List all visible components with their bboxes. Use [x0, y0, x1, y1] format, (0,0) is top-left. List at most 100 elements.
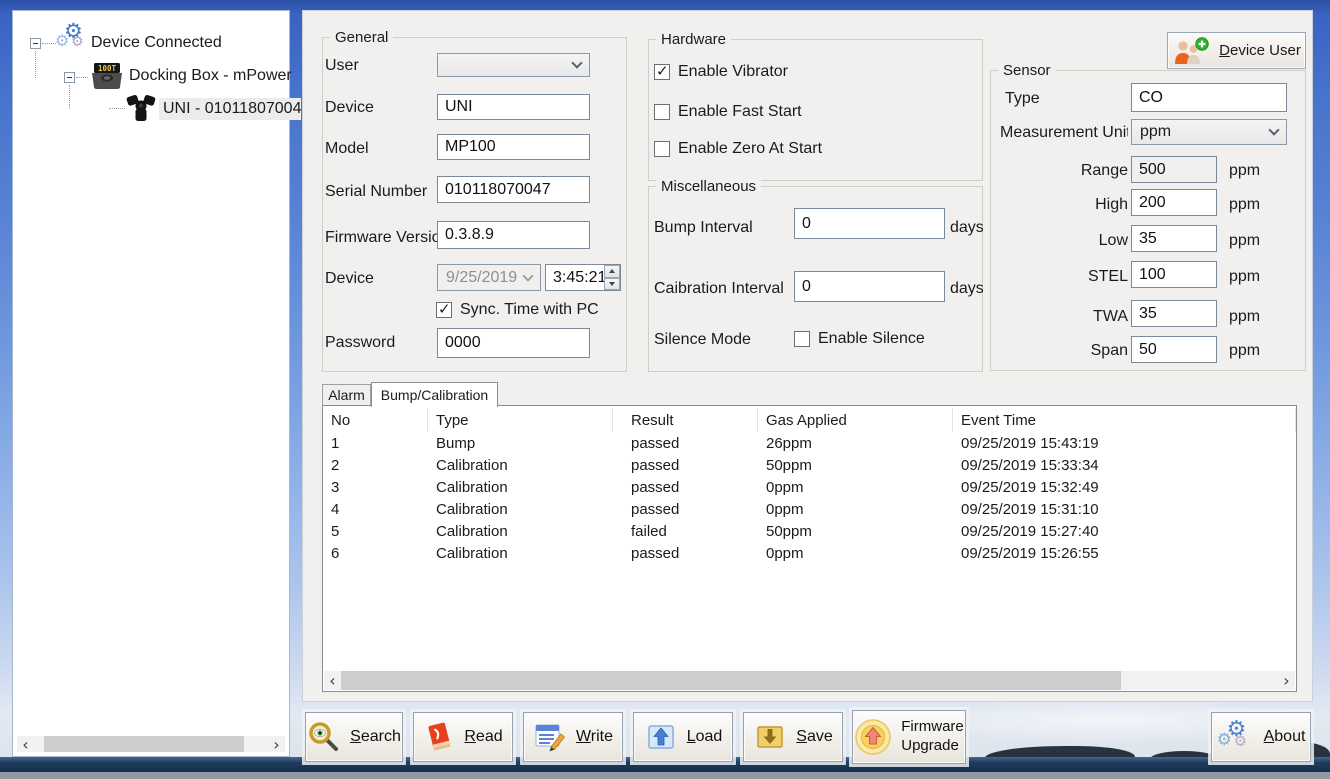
sensor-type-input[interactable]	[1131, 83, 1287, 112]
table-hscrollbar[interactable]: ‹ ›	[324, 671, 1295, 690]
column-header-type[interactable]: Type	[428, 408, 613, 432]
table-cell: passed	[613, 454, 758, 476]
device-input[interactable]	[437, 94, 590, 120]
spinner-down-button[interactable]	[604, 278, 620, 291]
column-header-no[interactable]: No	[323, 408, 428, 432]
read-book-icon	[423, 721, 455, 753]
scrollbar-track[interactable]	[341, 671, 1278, 690]
read-button[interactable]: Read	[413, 712, 513, 762]
tree-connector	[35, 51, 36, 78]
checkbox-label: Enable Zero At Start	[678, 140, 822, 158]
scroll-right-arrow[interactable]: ›	[268, 736, 285, 752]
sensor-low-unit: ppm	[1229, 232, 1260, 250]
firmware-upgrade-label-line1: Firmware	[901, 718, 964, 737]
sensor-type-label: Type	[1005, 90, 1040, 108]
save-button-label: Save	[796, 728, 832, 746]
scrollbar-thumb[interactable]	[44, 736, 244, 752]
column-header-event-time[interactable]: Event Time	[953, 408, 1296, 432]
sensor-span-label: Span	[1036, 342, 1128, 360]
device-date-picker[interactable]: 9/25/2019	[437, 264, 541, 291]
chevron-down-icon	[1268, 124, 1279, 135]
scroll-left-arrow[interactable]: ‹	[324, 671, 341, 690]
measurement-unit-value: ppm	[1140, 123, 1171, 141]
device-date-value: 9/25/2019	[446, 269, 517, 287]
serial-number-input[interactable]	[437, 176, 590, 203]
sensor-low-input[interactable]	[1131, 225, 1217, 252]
checkbox-label: Enable Silence	[818, 330, 925, 348]
load-button-label: Load	[687, 728, 723, 746]
table-cell: 09/25/2019 15:27:40	[953, 520, 1296, 542]
firmware-version-label: Firmware Version	[325, 229, 437, 247]
event-table: No Type Result Gas Applied Event Time 1 …	[322, 405, 1297, 692]
table-cell: Calibration	[428, 520, 613, 542]
measurement-unit-dropdown[interactable]: ppm	[1131, 119, 1287, 145]
sensor-stel-input[interactable]	[1131, 261, 1217, 288]
bump-interval-label: Bump Interval	[654, 219, 753, 237]
uni-device-icon	[125, 91, 157, 125]
table-row[interactable]: 6 Calibration passed 0ppm 09/25/2019 15:…	[323, 542, 1296, 564]
table-row[interactable]: 5 Calibration failed 50ppm 09/25/2019 15…	[323, 520, 1296, 542]
device-datetime-label: Device	[325, 270, 374, 288]
load-button[interactable]: Load	[633, 712, 733, 762]
sensor-high-label: High	[1036, 196, 1128, 214]
scroll-right-arrow[interactable]: ›	[1278, 671, 1295, 690]
enable-zero-at-start-checkbox[interactable]: Enable Zero At Start	[654, 140, 822, 158]
table-cell: Calibration	[428, 476, 613, 498]
sensor-high-input[interactable]	[1131, 189, 1217, 216]
svg-text:100T: 100T	[98, 64, 117, 73]
calibration-interval-input[interactable]	[794, 271, 945, 302]
device-user-button[interactable]: Device User	[1167, 32, 1306, 69]
tree-hscrollbar[interactable]: ‹ ›	[17, 736, 285, 752]
user-dropdown[interactable]	[437, 53, 590, 77]
tree-item-device-connected[interactable]: Device Connected	[91, 34, 222, 52]
sensor-span-input[interactable]	[1131, 336, 1217, 363]
model-input[interactable]	[437, 134, 590, 160]
tab-alarm-label: Alarm	[328, 387, 365, 403]
table-row[interactable]: 3 Calibration passed 0ppm 09/25/2019 15:…	[323, 476, 1296, 498]
search-icon	[307, 721, 341, 753]
tree-collapse-toggle-dock[interactable]	[64, 72, 75, 83]
scrollbar-track[interactable]	[34, 736, 268, 752]
table-row[interactable]: 2 Calibration passed 50ppm 09/25/2019 15…	[323, 454, 1296, 476]
sensor-range-unit: ppm	[1229, 162, 1260, 180]
bump-interval-input[interactable]	[794, 208, 945, 239]
enable-fast-start-checkbox[interactable]: Enable Fast Start	[654, 103, 802, 121]
save-button[interactable]: Save	[743, 712, 843, 762]
password-input[interactable]	[437, 328, 590, 358]
column-header-gas-applied[interactable]: Gas Applied	[758, 408, 953, 432]
scroll-left-arrow[interactable]: ‹	[17, 736, 34, 752]
table-cell: 09/25/2019 15:26:55	[953, 542, 1296, 564]
device-time-value: 3:45:21	[553, 269, 606, 287]
table-cell: 09/25/2019 15:31:10	[953, 498, 1296, 520]
about-gears-icon: ⚙ ⚙ ⚙	[1217, 719, 1255, 755]
serial-number-label: Serial Number	[325, 183, 427, 201]
sensor-range-input[interactable]	[1131, 156, 1217, 183]
about-button[interactable]: ⚙ ⚙ ⚙ About	[1211, 712, 1311, 762]
app-window: ⚙ ⚙ ⚙ Device Connected 100T Docking Box …	[0, 0, 1330, 779]
enable-silence-checkbox[interactable]: Enable Silence	[794, 330, 925, 348]
write-button[interactable]: Write	[523, 712, 623, 762]
firmware-upgrade-button[interactable]: Firmware Upgrade	[852, 710, 966, 764]
general-group-title: General	[330, 29, 393, 46]
scrollbar-thumb[interactable]	[341, 671, 1121, 690]
table-cell: 26ppm	[758, 432, 953, 454]
column-header-result[interactable]: Result	[613, 408, 758, 432]
table-row[interactable]: 1 Bump passed 26ppm 09/25/2019 15:43:19	[323, 432, 1296, 454]
table-cell: 6	[323, 542, 428, 564]
tab-alarm[interactable]: Alarm	[322, 384, 371, 406]
sync-time-checkbox[interactable]: Sync. Time with PC	[436, 301, 599, 319]
search-button[interactable]: Search	[305, 712, 403, 762]
table-cell: 09/25/2019 15:33:34	[953, 454, 1296, 476]
table-cell: 4	[323, 498, 428, 520]
tree-item-docking-box[interactable]: Docking Box - mPower	[129, 67, 292, 85]
sensor-twa-input[interactable]	[1131, 300, 1217, 327]
tree-collapse-toggle-root[interactable]	[30, 38, 41, 49]
enable-vibrator-checkbox[interactable]: Enable Vibrator	[654, 63, 788, 81]
firmware-version-input[interactable]	[437, 221, 590, 249]
checkbox-label: Sync. Time with PC	[460, 301, 599, 319]
tab-bump-calibration[interactable]: Bump/Calibration	[371, 382, 498, 407]
tree-item-uni-device[interactable]: UNI - 010118070047	[159, 98, 301, 120]
spinner-up-button[interactable]	[604, 265, 620, 278]
checkbox-label: Enable Fast Start	[678, 103, 802, 121]
table-row[interactable]: 4 Calibration passed 0ppm 09/25/2019 15:…	[323, 498, 1296, 520]
